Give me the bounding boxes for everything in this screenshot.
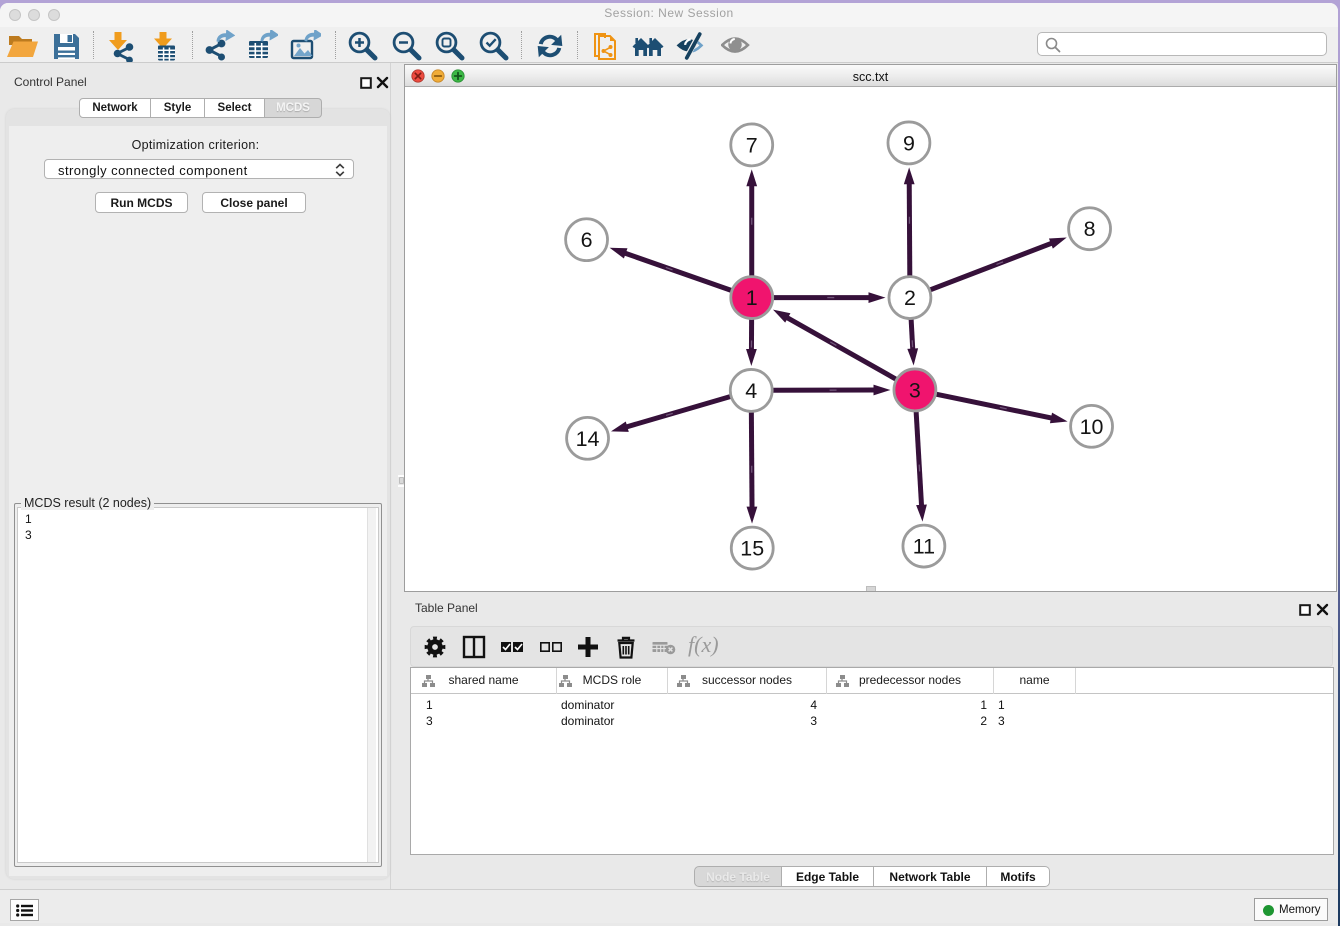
svg-text:2: 2: [904, 286, 916, 310]
svg-text:1: 1: [746, 286, 758, 310]
svg-text:7: 7: [746, 133, 758, 157]
svg-text:8: 8: [1084, 217, 1096, 241]
svg-text:15: 15: [740, 537, 764, 561]
svg-text:9: 9: [903, 131, 915, 155]
svg-text:6: 6: [581, 228, 593, 252]
svg-text:10: 10: [1080, 415, 1104, 439]
svg-text:4: 4: [745, 379, 757, 403]
svg-text:14: 14: [576, 427, 600, 451]
svg-text:11: 11: [913, 535, 935, 559]
svg-text:3: 3: [909, 378, 921, 402]
